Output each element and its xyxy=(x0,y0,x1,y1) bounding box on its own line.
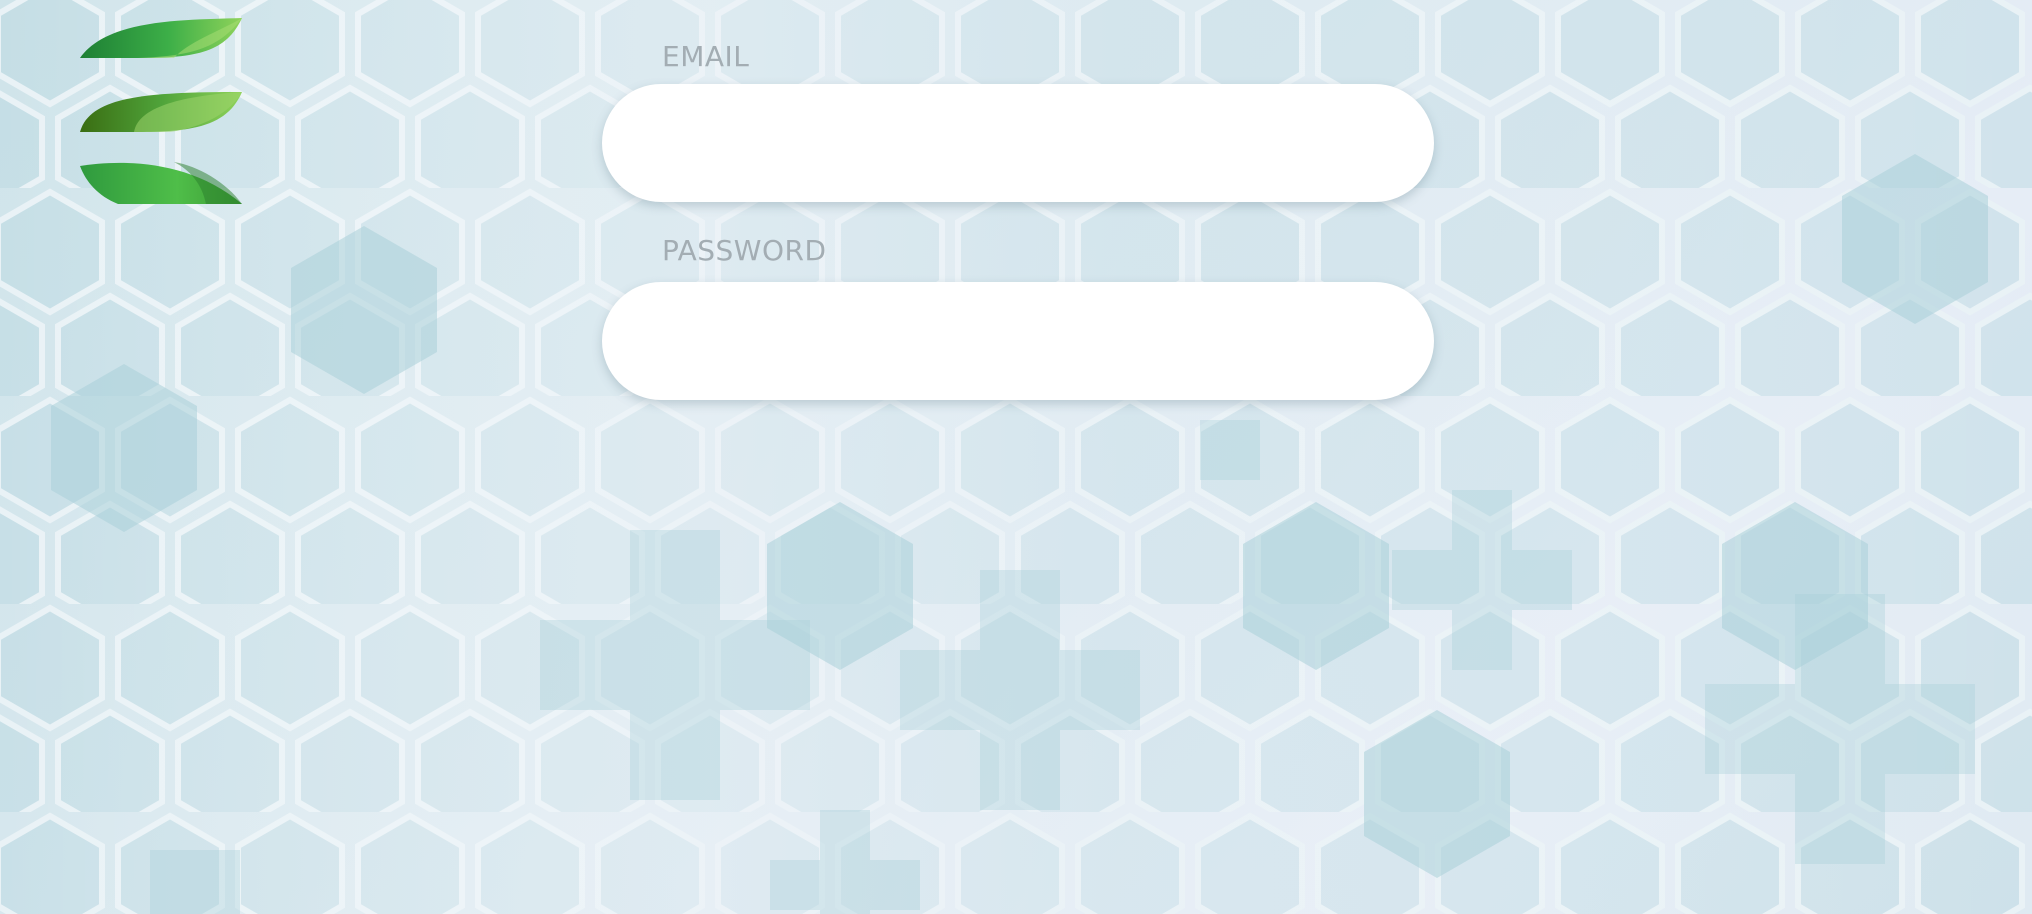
password-label: PASSWORD xyxy=(662,234,827,267)
brand-logo xyxy=(80,18,242,204)
email-input[interactable] xyxy=(602,84,1434,202)
password-input[interactable] xyxy=(602,282,1434,400)
email-label: EMAIL xyxy=(662,40,750,73)
